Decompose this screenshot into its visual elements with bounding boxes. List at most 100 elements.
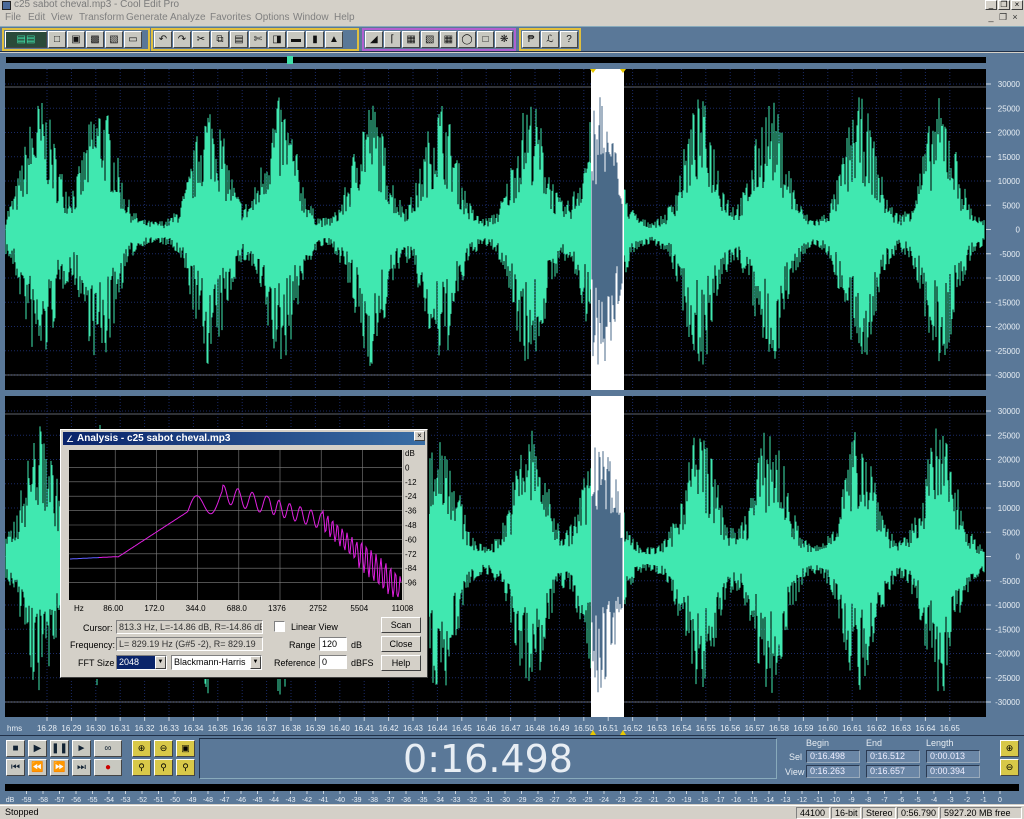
menu-help[interactable]: Help	[334, 12, 355, 23]
zoom-in-icon[interactable]: ⊕	[132, 740, 151, 757]
overview-thumb[interactable]	[287, 56, 293, 64]
menu-file[interactable]: File	[5, 12, 21, 23]
scan-button[interactable]: Scan	[381, 617, 421, 633]
menu-edit[interactable]: Edit	[28, 12, 45, 23]
menu-generate[interactable]: Generate	[126, 12, 168, 23]
help-icon[interactable]: ?	[560, 31, 578, 48]
save-file-icon[interactable]: ▩	[86, 31, 104, 48]
overview-track[interactable]	[6, 57, 986, 63]
analysis-title-bar[interactable]: Analysis - c25 sabot cheval.mp3	[63, 432, 425, 445]
spectrum-graph[interactable]: dB 0 -12 -24 -36 -48 -60 -72 -84 -96 Hz 86.00 172.0…	[68, 449, 422, 631]
rewind-icon[interactable]: ⏪	[28, 759, 47, 776]
menu-view[interactable]: View	[51, 12, 73, 23]
linear-view-checkbox[interactable]	[274, 621, 285, 632]
meter-tick-label: -27	[549, 797, 559, 804]
cut-icon[interactable]: ✂	[192, 31, 210, 48]
redo-icon[interactable]: ↷	[173, 31, 191, 48]
sel-end-field[interactable]: 0:16.512	[866, 750, 920, 763]
minimize-button[interactable]: _	[985, 0, 997, 10]
reference-input[interactable]: 0	[319, 655, 347, 669]
meter-tick-label: -48	[203, 797, 213, 804]
window-function-select[interactable]: Blackmann-Harris ▼	[171, 655, 262, 670]
cd-icon[interactable]: ◯	[458, 31, 476, 48]
meter-tick-label: -14	[764, 797, 774, 804]
chevron-down-icon[interactable]: ▼	[155, 656, 166, 669]
mdi-close-icon[interactable]: ×	[1010, 12, 1020, 23]
view-length-field[interactable]: 0:00.394	[926, 765, 980, 778]
time-tick-label: 16.53	[647, 724, 668, 733]
spectral-view-icon[interactable]: ◢	[365, 31, 383, 48]
hz-tick-label: 688.0	[227, 604, 248, 613]
meter-tick-label: -43	[285, 797, 295, 804]
menu-transform[interactable]: Transform	[79, 12, 124, 23]
pause-icon[interactable]: ❚❚	[50, 740, 69, 757]
grid-view-icon[interactable]: ▦	[402, 31, 420, 48]
view-end-field[interactable]: 0:16.657	[866, 765, 920, 778]
play-icon[interactable]: ▶	[28, 740, 47, 757]
silence-icon[interactable]: ▬	[287, 31, 305, 48]
close-button[interactable]: ×	[1011, 0, 1023, 10]
sel-begin-field[interactable]: 0:16.498	[806, 750, 860, 763]
meter-tick-label: -52	[137, 797, 147, 804]
flag-icon[interactable]: ₱	[522, 31, 540, 48]
record-icon[interactable]: ●	[94, 759, 122, 776]
analysis-close-button[interactable]: Close	[381, 636, 421, 652]
menu-favorites[interactable]: Favorites	[210, 12, 251, 23]
mix-paste-icon[interactable]: ◨	[268, 31, 286, 48]
range-input[interactable]: 120	[319, 637, 347, 651]
go-to-start-icon[interactable]: ⏮	[6, 759, 25, 776]
close-file-icon[interactable]: ▧	[105, 31, 123, 48]
zoom-out-icon[interactable]: ⊖	[154, 740, 173, 757]
view-begin-field[interactable]: 0:16.263	[806, 765, 860, 778]
zoom-full-icon[interactable]: ▣	[176, 740, 195, 757]
fft-size-select[interactable]: 2048 ▼	[116, 655, 167, 670]
undo-icon[interactable]: ↶	[154, 31, 172, 48]
copy-icon[interactable]: ⧉	[211, 31, 229, 48]
analysis-close-icon[interactable]: ×	[414, 431, 425, 441]
menu-analyze[interactable]: Analyze	[170, 12, 206, 23]
script-icon[interactable]: ℒ	[541, 31, 559, 48]
new-file-icon[interactable]: □	[48, 31, 66, 48]
menu-options[interactable]: Options	[255, 12, 289, 23]
chevron-down-icon[interactable]: ▼	[250, 656, 261, 669]
menu-window[interactable]: Window	[293, 12, 329, 23]
restore-button[interactable]: ❐	[998, 0, 1010, 10]
multitrack-toggle-icon[interactable]: ▤▤	[5, 31, 47, 48]
go-to-end-icon[interactable]: ⏭	[72, 759, 91, 776]
frequency-analysis-icon[interactable]: ⌈	[383, 31, 402, 48]
amplitude-tick-label: 15000	[998, 153, 1021, 162]
mdi-restore-icon[interactable]: ❐	[998, 12, 1008, 23]
mdi-minimize-icon[interactable]: _	[986, 12, 996, 23]
settings-wheel-icon[interactable]: ❋	[495, 31, 513, 48]
trim-icon[interactable]: ✄	[249, 31, 267, 48]
time-ruler-svg[interactable]: hms 16.28 16.29 16.30 16.31 16.32 16.33 16.34 16…	[0, 717, 1024, 735]
status-free-space: 5927.20 MB free	[940, 807, 1022, 819]
analysis-help-button[interactable]: Help	[381, 655, 421, 671]
play-to-end-icon[interactable]: ►	[72, 740, 91, 757]
reference-label: Reference	[274, 658, 316, 668]
time-tick-label: 16.33	[159, 724, 180, 733]
snap-icon[interactable]: ▮	[306, 31, 324, 48]
fast-forward-icon[interactable]: ⏩	[50, 759, 69, 776]
zoom-in-vertical-icon[interactable]: ⊕	[1000, 740, 1019, 757]
zoom-right-icon[interactable]: ⚲	[176, 759, 195, 776]
statistics-icon[interactable]: ▦	[439, 31, 458, 48]
zoom-selection-icon[interactable]: ⚲	[132, 759, 151, 776]
meter-tick-label: -10	[830, 797, 840, 804]
phase-view-icon[interactable]: ▧	[420, 31, 439, 48]
file-info-icon[interactable]: ▭	[124, 31, 142, 48]
loop-icon[interactable]: ∞	[94, 740, 122, 757]
stop-icon[interactable]: ■	[6, 740, 25, 757]
toolbar-group-edit: ↶ ↷ ✂ ⧉ ▤ ✄ ◨ ▬ ▮ ▲	[151, 28, 359, 51]
amplitude-tick-label: -5000	[1000, 250, 1021, 259]
overview-scrollbar[interactable]	[0, 53, 1024, 69]
meter-tick-label: -50	[170, 797, 180, 804]
open-file-icon[interactable]: ▣	[67, 31, 85, 48]
zoom-out-vertical-icon[interactable]: ⊖	[1000, 759, 1019, 776]
meter-tick-label: -34	[434, 797, 444, 804]
page-icon[interactable]: □	[476, 31, 495, 48]
paste-icon[interactable]: ▤	[230, 31, 248, 48]
zoom-left-icon[interactable]: ⚲	[154, 759, 173, 776]
sel-length-field[interactable]: 0:00.013	[926, 750, 980, 763]
marker-icon[interactable]: ▲	[325, 31, 343, 48]
